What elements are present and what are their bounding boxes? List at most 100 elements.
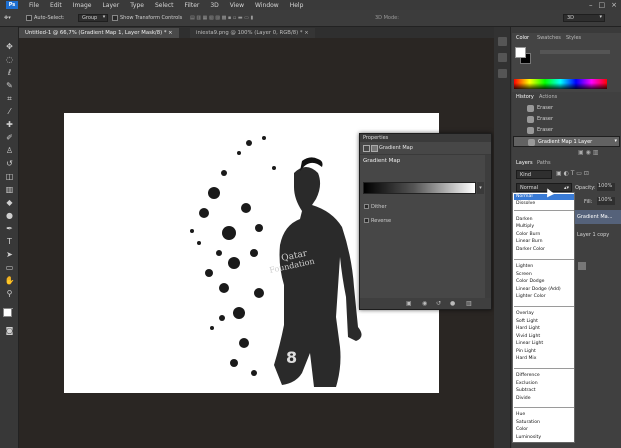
menu-view[interactable]: View: [230, 2, 244, 9]
history-footer-icons[interactable]: ▣ ◉ ▥: [578, 149, 598, 156]
blend-screen[interactable]: Screen: [516, 272, 532, 278]
foreground-color-swatch[interactable]: [3, 308, 12, 317]
history-item[interactable]: Eraser: [513, 103, 620, 114]
blend-color[interactable]: Color: [516, 427, 528, 433]
menu-layer[interactable]: Layer: [102, 2, 119, 9]
blend-lighter-color[interactable]: Lighter Color: [516, 294, 546, 300]
layer-row[interactable]: Layer 1 copy: [575, 228, 621, 242]
reverse-option[interactable]: Reverse: [364, 218, 391, 224]
auto-select-checkbox[interactable]: [26, 14, 32, 21]
blend-difference[interactable]: Difference: [516, 373, 540, 379]
properties-scrollbar[interactable]: [485, 155, 491, 301]
blend-exclusion[interactable]: Exclusion: [516, 381, 538, 387]
eyedropper-icon[interactable]: ⁄: [3, 106, 16, 117]
stamp-icon[interactable]: ♙: [3, 145, 16, 156]
menu-file[interactable]: File: [29, 2, 39, 9]
opacity-input[interactable]: 100%: [597, 183, 615, 191]
panel-icon[interactable]: [498, 69, 507, 78]
panel-icon[interactable]: [498, 37, 507, 46]
eye-icon[interactable]: ●: [450, 300, 455, 307]
blend-hue[interactable]: Hue: [516, 412, 525, 418]
auto-select-value[interactable]: Group: [78, 14, 109, 22]
blend-darken[interactable]: Darken: [516, 217, 532, 223]
close-window-button[interactable]: ×: [611, 1, 617, 9]
history-item-selected[interactable]: Gradient Map 1 Layer: [513, 136, 620, 147]
minimize-button[interactable]: –: [589, 1, 593, 9]
blend-hard-mix[interactable]: Hard Mix: [516, 356, 536, 362]
blend-linear-light[interactable]: Linear Light: [516, 341, 543, 347]
blend-luminosity[interactable]: Luminosity: [516, 435, 541, 441]
workspace-value[interactable]: 3D: [563, 14, 605, 22]
blend-soft-light[interactable]: Soft Light: [516, 319, 538, 325]
mask-icon[interactable]: [371, 145, 378, 152]
dither-checkbox[interactable]: [364, 204, 369, 209]
tab-untitled-1[interactable]: Untitled-1 @ 66,7% (Gradient Map 1, Laye…: [19, 28, 179, 38]
layer-row-selected[interactable]: Gradient Ma...: [575, 210, 621, 224]
panel-icon[interactable]: [498, 53, 507, 62]
blend-divide[interactable]: Divide: [516, 396, 531, 402]
blend-color-dodge[interactable]: Color Dodge: [516, 279, 544, 285]
blend-lighten[interactable]: Lighten: [516, 264, 533, 270]
blur-icon[interactable]: ◆: [3, 197, 16, 208]
menu-image[interactable]: Image: [73, 2, 92, 9]
history-item[interactable]: Eraser: [513, 125, 620, 136]
menu-type[interactable]: Type: [130, 2, 144, 9]
dither-option[interactable]: Dither: [364, 204, 387, 210]
show-transform-option[interactable]: Show Transform Controls: [112, 14, 182, 23]
auto-select-dropdown[interactable]: Group: [78, 14, 109, 23]
tab-paths[interactable]: Paths: [537, 160, 551, 166]
color-slider[interactable]: [540, 50, 610, 54]
history-brush-icon[interactable]: ↺: [3, 158, 16, 169]
crop-icon[interactable]: ⌗: [3, 93, 16, 104]
blend-linear-dodge[interactable]: Linear Dodge (Add): [516, 287, 561, 293]
tab-layers[interactable]: Layers: [516, 160, 533, 166]
blend-overlay[interactable]: Overlay: [516, 311, 534, 317]
blend-vivid-light[interactable]: Vivid Light: [516, 334, 540, 340]
blend-subtract[interactable]: Subtract: [516, 388, 536, 394]
menu-select[interactable]: Select: [155, 2, 174, 9]
clip-icon[interactable]: ▣: [406, 300, 412, 307]
trash-icon[interactable]: ▥: [466, 300, 472, 307]
eraser-icon[interactable]: ◫: [3, 171, 16, 182]
layer-filter-icons[interactable]: ▣ ◐ T ▭ ⊡: [556, 170, 589, 177]
brush-icon[interactable]: ✐: [3, 132, 16, 143]
blend-normal[interactable]: Normal: [514, 194, 574, 200]
auto-select-option[interactable]: Auto-Select:: [26, 14, 65, 23]
blend-color-burn[interactable]: Color Burn: [516, 232, 540, 238]
history-item[interactable]: Eraser: [513, 114, 620, 125]
fill-input[interactable]: 100%: [597, 197, 615, 205]
reset-icon[interactable]: ↺: [436, 300, 441, 307]
type-icon[interactable]: T: [3, 236, 16, 247]
tab-history[interactable]: History: [516, 94, 534, 100]
tab-actions[interactable]: Actions: [539, 94, 557, 100]
zoom-icon[interactable]: ⚲: [3, 288, 16, 299]
adjustment-icon[interactable]: [363, 145, 370, 152]
shape-icon[interactable]: ▭: [3, 262, 16, 273]
gradient-preview[interactable]: [363, 182, 476, 194]
tab-close-icon[interactable]: ×: [304, 30, 308, 36]
quick-select-icon[interactable]: ✎: [3, 80, 16, 91]
blend-pin-light[interactable]: Pin Light: [516, 349, 536, 355]
align-icons[interactable]: ▤ ▥ ▦ ▧ ▨ ▩ ▪ ▫ ▬ ▭ ▮: [190, 14, 253, 23]
menu-help[interactable]: Help: [290, 2, 304, 9]
gradient-dropdown-button[interactable]: ▾: [477, 182, 484, 194]
layer-filter-kind[interactable]: Kind: [516, 170, 552, 179]
hand-icon[interactable]: ✋: [3, 275, 16, 286]
tab-iniesta9[interactable]: iniesta9.png @ 100% (Layer 0, RGB/8) * ×: [190, 28, 315, 38]
menu-window[interactable]: Window: [255, 2, 279, 9]
gradient-icon[interactable]: ▥: [3, 184, 16, 195]
tab-close-icon[interactable]: ×: [168, 30, 172, 36]
blend-linear-burn[interactable]: Linear Burn: [516, 239, 543, 245]
visibility-icon[interactable]: ◉: [422, 300, 427, 307]
menu-edit[interactable]: Edit: [50, 2, 62, 9]
foreground-color[interactable]: [515, 47, 526, 58]
tab-styles[interactable]: Styles: [566, 35, 581, 41]
menu-3d[interactable]: 3D: [210, 2, 218, 9]
menu-filter[interactable]: Filter: [185, 2, 200, 9]
pen-icon[interactable]: ✒: [3, 223, 16, 234]
quick-mask-icon[interactable]: ◙: [3, 325, 16, 336]
layer-thumbnail[interactable]: [578, 262, 586, 270]
maximize-button[interactable]: □: [599, 1, 606, 9]
marquee-icon[interactable]: ◌: [3, 54, 16, 65]
blend-hard-light[interactable]: Hard Light: [516, 326, 540, 332]
